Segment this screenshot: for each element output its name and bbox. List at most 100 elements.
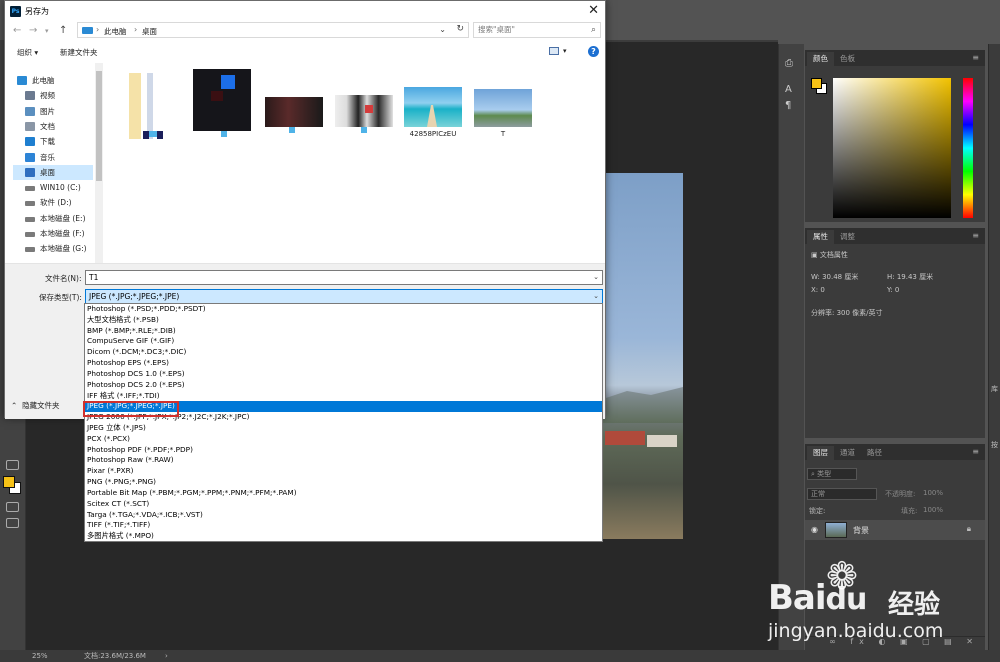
tab-properties[interactable]: 属性 xyxy=(807,230,834,244)
sidebar-item[interactable]: 本地磁盘 (E:) xyxy=(13,211,93,226)
foreground-color-swatch[interactable] xyxy=(3,476,15,488)
panel-menu-icon[interactable]: ≡ xyxy=(972,231,979,240)
organize-button[interactable]: 组织 ▾ xyxy=(17,47,38,58)
character-icon[interactable]: A xyxy=(785,84,792,95)
recent-locations-icon[interactable]: ▾ xyxy=(45,27,49,35)
chevron-down-icon[interactable]: ⌄ xyxy=(593,271,599,284)
file-item[interactable]: 42858PICzEU xyxy=(403,87,463,143)
eye-icon[interactable]: ◉ xyxy=(811,525,818,534)
filetype-option[interactable]: PNG (*.PNG;*.PNG) xyxy=(85,477,602,488)
filetype-option[interactable]: PCX (*.PCX) xyxy=(85,434,602,445)
y-value[interactable]: Y: 0 xyxy=(887,286,899,294)
filetype-option[interactable]: BMP (*.BMP;*.RLE;*.DIB) xyxy=(85,326,602,337)
filetype-option[interactable]: Photoshop Raw (*.RAW) xyxy=(85,455,602,466)
chevron-right-icon[interactable]: › xyxy=(134,25,137,34)
filetype-select[interactable]: JPEG (*.JPG;*.JPEG;*.JPE) ⌄ xyxy=(85,289,603,304)
filetype-option[interactable]: Pixar (*.PXR) xyxy=(85,466,602,477)
button-tab[interactable]: 按 xyxy=(991,440,998,450)
close-icon[interactable]: ✕ xyxy=(588,3,599,18)
sidebar-item[interactable]: 视频 xyxy=(13,88,93,103)
sidebar-item[interactable]: 软件 (D:) xyxy=(13,195,93,210)
forward-arrow-icon[interactable]: → xyxy=(29,25,37,36)
tab-layers[interactable]: 图层 xyxy=(807,446,834,460)
chevron-down-icon[interactable]: ⌄ xyxy=(439,25,446,34)
sidebar-item[interactable]: 文档 xyxy=(13,119,93,134)
breadcrumb-desktop[interactable]: 桌面 xyxy=(142,26,157,37)
view-dropdown-icon[interactable]: ▾ xyxy=(563,47,567,55)
color-picker-field[interactable] xyxy=(833,78,951,218)
tab-swatches[interactable]: 色板 xyxy=(834,52,861,66)
navigation-scrollbar[interactable] xyxy=(95,63,103,263)
history-icon[interactable]: ⎙ xyxy=(785,58,793,69)
sidebar-item[interactable]: 音乐 xyxy=(13,150,93,165)
help-icon[interactable]: ? xyxy=(588,46,599,57)
filetype-option[interactable]: Photoshop PDF (*.PDF;*.PDP) xyxy=(85,445,602,456)
filetype-option[interactable]: IFF 格式 (*.IFF;*.TDI) xyxy=(85,391,602,402)
panel-menu-icon[interactable]: ≡ xyxy=(972,53,979,62)
fill-value[interactable]: 100% xyxy=(923,506,943,514)
color-panel: 颜色 色板 ≡ xyxy=(805,50,985,222)
sidebar-item[interactable]: 图片 xyxy=(13,104,93,119)
filetype-option[interactable]: Targa (*.TGA;*.VDA;*.ICB;*.VST) xyxy=(85,510,602,521)
filetype-option[interactable]: JPEG 立体 (*.JPS) xyxy=(85,423,602,434)
filetype-option[interactable]: 多图片格式 (*.MPO) xyxy=(85,531,602,542)
chevron-right-icon[interactable]: › xyxy=(96,25,99,34)
width-value[interactable]: W: 30.48 厘米 xyxy=(811,272,858,282)
view-mode-icon[interactable] xyxy=(549,47,559,55)
sidebar-item[interactable]: 此电脑 xyxy=(13,73,93,88)
swap-colors-icon[interactable] xyxy=(6,460,19,470)
sidebar-item[interactable]: 下载 xyxy=(13,134,93,149)
sidebar-item[interactable]: 本地磁盘 (G:) xyxy=(13,241,93,256)
tab-channels[interactable]: 通道 xyxy=(834,446,861,460)
filetype-option[interactable]: Photoshop (*.PSD;*.PDD;*.PSDT) xyxy=(85,304,602,315)
screen-mode-icon[interactable] xyxy=(6,518,19,528)
refresh-icon[interactable]: ↻ xyxy=(456,24,464,34)
filetype-option[interactable]: CompuServe GIF (*.GIF) xyxy=(85,336,602,347)
file-item[interactable] xyxy=(129,73,169,143)
filetype-option[interactable]: Portable Bit Map (*.PBM;*.PGM;*.PPM;*.PN… xyxy=(85,488,602,499)
dialog-titlebar[interactable]: Ps 另存为 ✕ xyxy=(5,1,605,21)
filetype-option[interactable]: Dicom (*.DCM;*.DC3;*.DIC) xyxy=(85,347,602,358)
filetype-option[interactable]: Photoshop DCS 1.0 (*.EPS) xyxy=(85,369,602,380)
filetype-option[interactable]: Scitex CT (*.SCT) xyxy=(85,499,602,510)
search-input[interactable]: 搜索"桌面" ⌕ xyxy=(473,22,601,38)
filename-input[interactable]: T1 ⌄ xyxy=(85,270,603,285)
lock-icon[interactable]: 🔒︎ xyxy=(967,524,971,534)
foreground-color-swatch[interactable] xyxy=(811,78,822,89)
up-arrow-icon[interactable]: ↑ xyxy=(59,25,67,36)
breadcrumb-this-pc[interactable]: 此电脑 xyxy=(104,26,127,37)
quick-mask-icon[interactable] xyxy=(6,502,19,512)
filetype-option[interactable]: Photoshop EPS (*.EPS) xyxy=(85,358,602,369)
filetype-option[interactable]: TIFF (*.TIF;*.TIFF) xyxy=(85,520,602,531)
filetype-option[interactable]: 大型文档格式 (*.PSB) xyxy=(85,315,602,326)
height-value[interactable]: H: 19.43 厘米 xyxy=(887,272,933,282)
file-item[interactable] xyxy=(335,95,393,133)
blend-mode-select[interactable]: 正常 xyxy=(807,488,877,500)
layer-row[interactable]: ◉ 背景 🔒︎ xyxy=(805,520,985,540)
layer-kind-filter[interactable]: ⌕ 类型 xyxy=(807,468,857,480)
back-arrow-icon[interactable]: ← xyxy=(13,25,21,36)
file-item[interactable]: T xyxy=(473,89,533,143)
opacity-value[interactable]: 100% xyxy=(923,489,943,497)
address-bar[interactable]: › 此电脑 › 桌面 ⌄ ↻ xyxy=(77,22,469,38)
panel-menu-icon[interactable]: ≡ xyxy=(972,447,979,456)
sidebar-item[interactable]: WIN10 (C:) xyxy=(13,180,93,195)
libraries-tab[interactable]: 库 xyxy=(991,384,998,394)
status-arrow-icon[interactable]: › xyxy=(165,650,168,662)
tab-color[interactable]: 颜色 xyxy=(807,52,834,66)
sidebar-item[interactable]: 桌面 xyxy=(13,164,93,180)
chevron-down-icon[interactable]: ⌄ xyxy=(593,290,599,303)
hue-slider[interactable] xyxy=(963,78,973,218)
file-item[interactable] xyxy=(265,97,323,133)
sidebar-item[interactable]: 本地磁盘 (F:) xyxy=(13,226,93,241)
tab-paths[interactable]: 路径 xyxy=(861,446,888,460)
paragraph-icon[interactable]: ¶ xyxy=(785,100,791,111)
x-value[interactable]: X: 0 xyxy=(811,286,825,294)
tab-adjustments[interactable]: 调整 xyxy=(834,230,861,244)
hide-folders-toggle[interactable]: ⌃ 隐藏文件夹 xyxy=(11,400,60,411)
zoom-level[interactable]: 25% xyxy=(32,650,48,662)
new-folder-button[interactable]: 新建文件夹 xyxy=(60,47,98,58)
search-icon[interactable]: ⌕ xyxy=(591,23,596,37)
filetype-option[interactable]: Photoshop DCS 2.0 (*.EPS) xyxy=(85,380,602,391)
file-item[interactable] xyxy=(193,69,251,137)
